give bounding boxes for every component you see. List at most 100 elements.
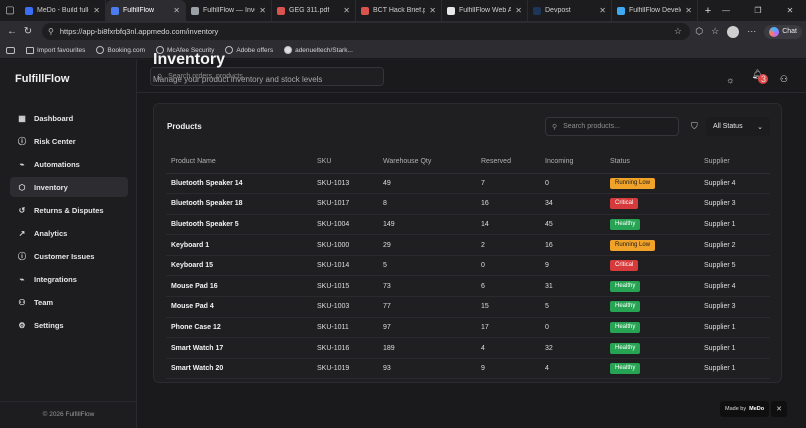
table-row[interactable]: Keyboard 1 SKU-1000 29 2 16 Running Low Suppli… bbox=[166, 234, 770, 256]
table-row[interactable]: Smart Watch 20 SKU-1019 93 9 4 Healthy Supplie… bbox=[166, 358, 770, 380]
reserved-cell: 4 bbox=[476, 337, 540, 359]
risk-center-icon: ⓘ bbox=[18, 136, 26, 146]
extensions-icon[interactable]: ⬡ bbox=[695, 26, 703, 37]
column-header: SKU bbox=[312, 151, 378, 174]
product-name-cell: Mouse Pad 16 bbox=[166, 275, 312, 298]
tab-close-icon[interactable]: ✕ bbox=[685, 6, 692, 15]
browser-tab[interactable]: GEG 311.pdf ✕ bbox=[272, 0, 356, 21]
tab-close-icon[interactable]: ✕ bbox=[173, 6, 180, 15]
page-title: Inventory bbox=[153, 51, 226, 68]
dashboard-icon: ▦ bbox=[18, 113, 26, 123]
table-row[interactable]: Smart Watch 17 SKU-1016 189 4 32 Healthy Suppl… bbox=[166, 337, 770, 359]
supplier-cell: Supplier 1 bbox=[699, 317, 770, 339]
theme-toggle-icon[interactable]: ☼ bbox=[726, 75, 734, 85]
status-filter-select[interactable]: All Status ⌄ bbox=[706, 117, 770, 136]
browser-tab[interactable]: FulfillFlow — Inven ✕ bbox=[186, 0, 272, 21]
product-search-placeholder: Search products... bbox=[563, 123, 620, 130]
sidebar-item-dashboard[interactable]: ▦ Dashboard bbox=[10, 108, 128, 128]
browser-tab[interactable]: MeDo - Build full-s ✕ bbox=[20, 0, 106, 21]
tab-close-icon[interactable]: ✕ bbox=[429, 6, 436, 15]
sidebar-item-returns-disputes[interactable]: ↺ Returns & Disputes bbox=[10, 200, 128, 220]
supplier-cell: Supplier 1 bbox=[699, 337, 770, 359]
browser-tab[interactable]: Devpost ✕ bbox=[528, 0, 612, 21]
brand-logo[interactable]: FulfillFlow bbox=[15, 73, 69, 85]
sidebar-item-customer-issues[interactable]: ⓘ Customer Issues bbox=[10, 247, 128, 267]
sidebar-item-integrations[interactable]: ⌁ Integrations bbox=[10, 270, 128, 290]
sidebar-item-inventory[interactable]: ⬡ Inventory bbox=[10, 177, 128, 198]
incoming-cell: 16 bbox=[540, 234, 605, 256]
tab-actions-icon[interactable]: ▢ bbox=[0, 5, 20, 16]
product-search-input[interactable]: ⚲ Search products... bbox=[545, 117, 679, 136]
supplier-cell: Supplier 5 bbox=[699, 255, 770, 277]
sidebar-toggle-icon[interactable] bbox=[6, 46, 15, 54]
made-by-medo-badge[interactable]: Made by MeDo bbox=[720, 401, 770, 417]
bookmark-github[interactable]: adenueltech/Stark... bbox=[284, 46, 353, 54]
table-row[interactable]: Phone Case 12 SKU-1011 97 17 0 Healthy Supplie… bbox=[166, 317, 770, 339]
site-info-icon[interactable]: ⚲ bbox=[48, 27, 54, 36]
sidebar-item-settings[interactable]: ⚙ Settings bbox=[10, 316, 128, 336]
notifications-bell-icon[interactable]: 🔔︎ 3 bbox=[751, 69, 769, 90]
reserved-cell: 7 bbox=[476, 173, 540, 195]
table-row[interactable]: Keyboard 15 SKU-1014 5 0 9 Critical Supplier 5 bbox=[166, 255, 770, 277]
tab-close-icon[interactable]: ✕ bbox=[259, 6, 266, 15]
url-field[interactable]: ⚲ https://app-bi8fxrbfq3nl.appmedo.com/i… bbox=[42, 23, 690, 40]
product-name-cell: Bluetooth Speaker 5 bbox=[166, 214, 312, 236]
close-badge-button[interactable]: ✕ bbox=[771, 401, 787, 417]
table-row[interactable]: Bluetooth Speaker 18 SKU-1017 8 16 34 Critica… bbox=[166, 193, 770, 215]
browser-tab[interactable]: FulfillFlow ✕ bbox=[106, 0, 186, 21]
browser-tab-strip: ▢ MeDo - Build full-s ✕ FulfillFlow ✕ Fulfil… bbox=[0, 0, 806, 21]
close-window-icon[interactable]: ✕ bbox=[774, 6, 806, 15]
notification-count-badge: 3 bbox=[758, 74, 769, 84]
browser-tab[interactable]: FulfillFlow Develop ✕ bbox=[612, 0, 698, 21]
restore-icon[interactable]: ❐ bbox=[742, 6, 774, 15]
table-row[interactable]: Bluetooth Speaker 14 SKU-1013 49 7 0 Running … bbox=[166, 173, 770, 195]
returns-disputes-icon: ↺ bbox=[18, 205, 26, 215]
globe-icon bbox=[96, 46, 105, 54]
tab-close-icon[interactable]: ✕ bbox=[515, 6, 522, 15]
sidebar-item-analytics[interactable]: ↗ Analytics bbox=[10, 223, 128, 243]
table-row[interactable]: Bluetooth Speaker 5 SKU-1004 149 14 45 Health… bbox=[166, 214, 770, 236]
table-row[interactable]: Mouse Pad 16 SKU-1015 73 6 31 Healthy Supplier… bbox=[166, 275, 770, 298]
copilot-chat-button[interactable]: Chat bbox=[764, 24, 802, 39]
product-name-cell: Keyboard 1 bbox=[166, 234, 312, 256]
reload-icon[interactable]: ↻ bbox=[20, 26, 36, 37]
browser-toolbar: ⬡ ☆ ⋯ Chat bbox=[695, 23, 802, 40]
profile-avatar[interactable] bbox=[727, 25, 740, 38]
minimize-icon[interactable]: — bbox=[710, 6, 742, 15]
tab-label: Devpost bbox=[545, 7, 571, 14]
back-icon[interactable]: ← bbox=[4, 26, 20, 37]
supplier-cell: Supplier 4 bbox=[699, 275, 770, 298]
tab-label: BCT Hack Brief.pdf bbox=[373, 7, 426, 14]
bookmark-booking[interactable]: Booking.com bbox=[96, 46, 145, 54]
bookmark-import[interactable]: Import favourites bbox=[26, 46, 85, 54]
user-profile-icon[interactable]: ⚇ bbox=[780, 74, 788, 85]
tab-close-icon[interactable]: ✕ bbox=[93, 6, 100, 15]
browser-tab[interactable]: BCT Hack Brief.pdf✕ bbox=[356, 0, 442, 21]
sidebar-item-automations[interactable]: ⌁ Automations bbox=[10, 154, 128, 174]
tab-close-icon[interactable]: ✕ bbox=[599, 6, 606, 15]
reserved-cell: 17 bbox=[476, 317, 540, 339]
tab-close-icon[interactable]: ✕ bbox=[343, 6, 350, 15]
sidebar-divider bbox=[0, 401, 137, 402]
settings-icon: ⚙ bbox=[18, 321, 26, 331]
sidebar-item-risk-center[interactable]: ⓘ Risk Center bbox=[10, 131, 128, 151]
status-cell: Running Low bbox=[605, 173, 699, 195]
favorite-star-icon[interactable]: ☆ bbox=[674, 26, 682, 37]
search-icon: ⚲ bbox=[552, 123, 558, 131]
sidebar-item-team[interactable]: ⚇ Team bbox=[10, 293, 128, 313]
warehouse-qty-cell: 8 bbox=[378, 193, 476, 215]
import-icon bbox=[26, 46, 34, 54]
product-name-cell: Bluetooth Speaker 14 bbox=[166, 173, 312, 195]
medo-logo: MeDo bbox=[749, 406, 765, 412]
sku-cell: SKU-1014 bbox=[312, 255, 378, 277]
analytics-icon: ↗ bbox=[18, 228, 26, 238]
bookmark-adobe[interactable]: Adobe offers bbox=[225, 46, 273, 54]
warehouse-qty-cell: 189 bbox=[378, 337, 476, 359]
table-row[interactable]: Mouse Pad 4 SKU-1003 77 15 5 Healthy Supplier … bbox=[166, 296, 770, 318]
favorites-icon[interactable]: ☆ bbox=[711, 26, 719, 37]
browser-tab[interactable]: FulfillFlow Web App✕ bbox=[442, 0, 528, 21]
column-header: Status bbox=[605, 151, 699, 174]
status-badge: Running Low bbox=[610, 239, 656, 251]
more-icon[interactable]: ⋯ bbox=[747, 26, 756, 37]
tab-list: MeDo - Build full-s ✕ FulfillFlow ✕ FulfillF… bbox=[20, 0, 698, 21]
